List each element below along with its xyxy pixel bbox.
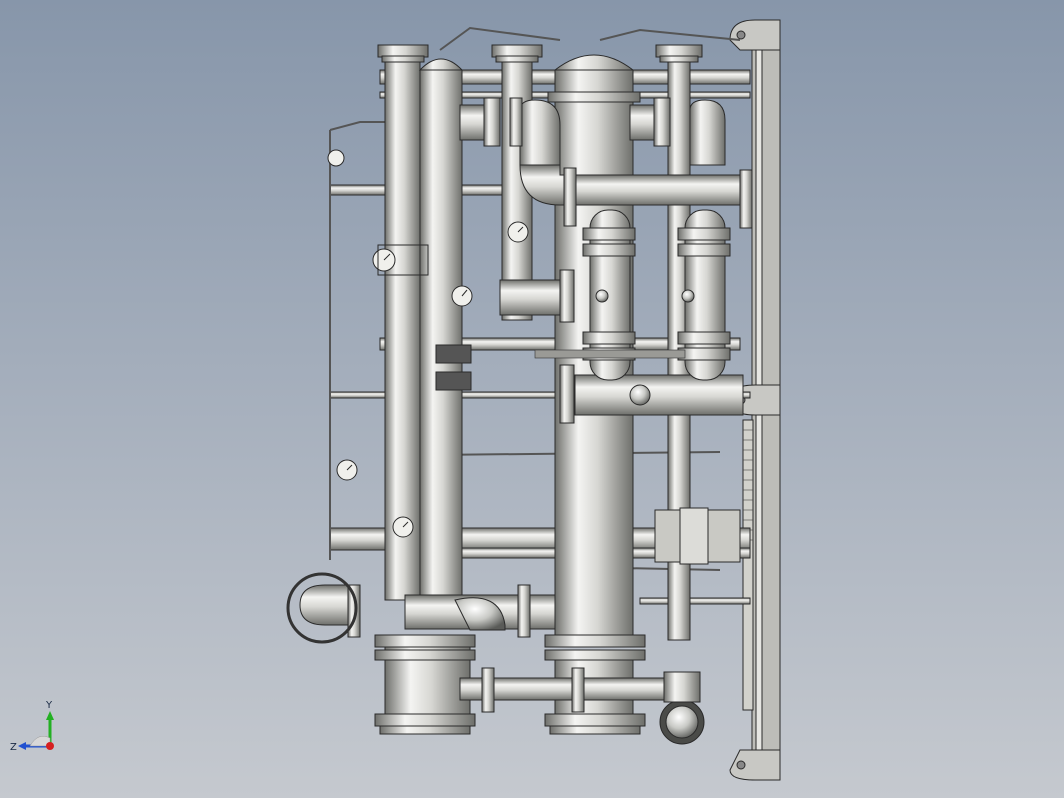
coordinate-triad: Y Z	[10, 700, 54, 753]
junction-box[interactable]	[654, 507, 741, 565]
z-axis-label: Z	[10, 742, 17, 753]
vessel-left-2[interactable]	[418, 58, 464, 601]
cad-viewport[interactable]: Y Z	[0, 0, 1064, 798]
y-axis-label: Y	[45, 700, 53, 711]
equipment-skid-model[interactable]	[0, 0, 1064, 798]
x-axis-icon	[46, 742, 54, 750]
gear-strip	[534, 349, 686, 359]
